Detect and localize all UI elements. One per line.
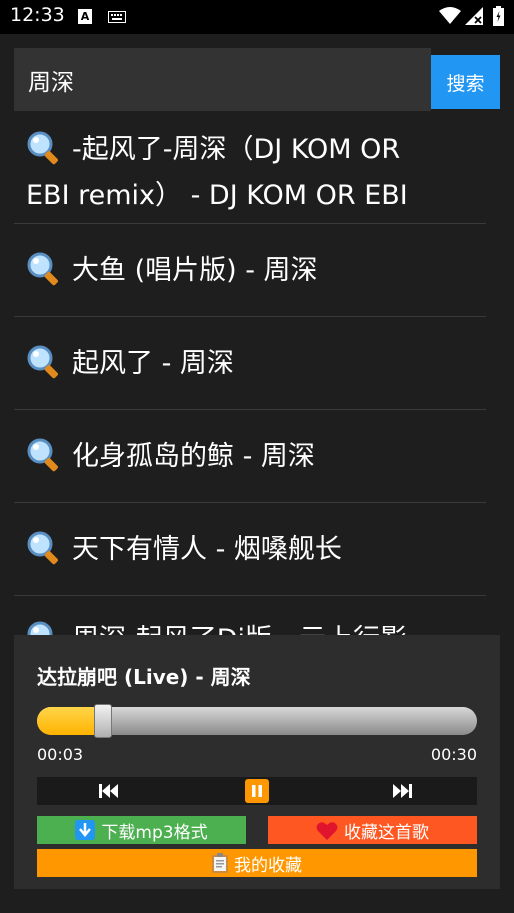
next-button[interactable]: [387, 777, 417, 805]
magnifier-icon: [27, 345, 58, 378]
download-mp3-button[interactable]: 下载mp3格式: [37, 816, 246, 844]
total-time: 00:30: [430, 745, 477, 764]
result-label: -起风了-周深（DJ KOM OR: [72, 134, 401, 165]
search-input[interactable]: [14, 48, 431, 111]
wifi-icon: [439, 7, 461, 24]
favorite-label: 收藏这首歌: [344, 822, 429, 843]
result-label: 起风了 - 周深: [72, 348, 234, 379]
my-favorites-button[interactable]: 我的收藏: [37, 849, 477, 877]
current-time: 00:03: [37, 745, 84, 764]
battery-icon: [493, 6, 504, 26]
search-button[interactable]: 搜索: [431, 55, 500, 109]
my-favorites-label: 我的收藏: [234, 855, 302, 876]
magnifier-icon: [27, 252, 58, 285]
seek-thumb[interactable]: [94, 704, 112, 738]
result-label: 天下有情人 - 烟嗓舰长: [72, 534, 342, 565]
magnifier-icon: [27, 621, 53, 635]
result-label-continued: EBI remix） - DJ KOM OR EBI: [26, 180, 408, 211]
player-panel: 达拉崩吧 (Live) - 周深 00:03 00:30 下载mp3格式 收藏这…: [14, 635, 500, 889]
pause-icon: [245, 779, 269, 803]
magnifier-icon: [27, 438, 58, 471]
result-item[interactable]: 天下有情人 - 烟嗓舰长: [14, 503, 486, 596]
result-label: 化身孤岛的鲸 - 周深: [72, 441, 315, 472]
playback-controls: [37, 777, 477, 805]
now-playing-title: 达拉崩吧 (Live) - 周深: [37, 665, 251, 689]
skip-previous-icon: [99, 784, 118, 798]
result-item[interactable]: -起风了-周深（DJ KOM OR EBI remix） - DJ KOM OR…: [14, 113, 486, 224]
previous-button[interactable]: [94, 777, 124, 805]
download-label: 下载mp3格式: [101, 822, 208, 843]
result-label: 大鱼 (唱片版) - 周深: [72, 255, 318, 286]
magnifier-icon: [27, 131, 58, 164]
favorite-song-button[interactable]: 收藏这首歌: [268, 816, 477, 844]
app-screen: 12:33 A 搜索: [0, 0, 514, 913]
clipboard-icon: [212, 853, 228, 873]
heart-icon: [316, 821, 338, 840]
result-item[interactable]: 周深-起风了Dj版 - 云上行影: [14, 596, 486, 635]
magnifier-icon: [27, 531, 58, 564]
skip-next-icon: [393, 784, 412, 798]
status-time: 12:33: [10, 4, 65, 26]
results-list[interactable]: -起风了-周深（DJ KOM OR EBI remix） - DJ KOM OR…: [14, 113, 500, 635]
seek-bar[interactable]: [37, 704, 477, 738]
search-bar: 搜索: [14, 48, 500, 111]
accessibility-a-icon: A: [78, 9, 92, 24]
pause-button[interactable]: [243, 777, 271, 805]
result-item[interactable]: 化身孤岛的鲸 - 周深: [14, 410, 486, 503]
down-arrow-icon: [75, 820, 96, 840]
result-item[interactable]: 大鱼 (唱片版) - 周深: [14, 224, 486, 317]
signal-icon: [465, 7, 483, 25]
result-item[interactable]: 起风了 - 周深: [14, 317, 486, 410]
keyboard-icon: [108, 11, 126, 23]
status-bar: 12:33 A: [0, 0, 514, 34]
bottom-edge: [0, 899, 514, 913]
result-label: 周深-起风了Dj版 - 云上行影: [72, 624, 407, 635]
